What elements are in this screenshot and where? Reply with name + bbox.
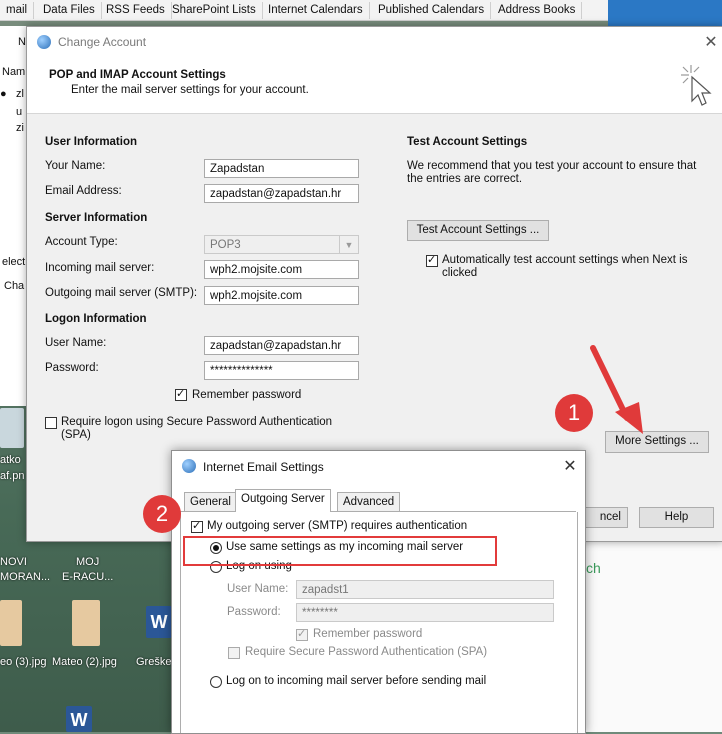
section-test-account-settings: Test Account Settings — [407, 136, 528, 148]
auto-test-label: Automatically test account settings when… — [442, 254, 688, 279]
auto-test-checkbox[interactable] — [426, 253, 438, 267]
bg-left-text: N — [18, 36, 26, 48]
background-tab-strip: mail Data Files RSS Feeds SharePoint Lis… — [0, 0, 608, 21]
desktop-label: NOVI — [0, 556, 27, 568]
tab-general[interactable]: General — [184, 492, 237, 511]
test-description: We recommend that you test your account … — [407, 160, 697, 185]
desktop-label: atko — [0, 454, 21, 466]
bg-left-text: u — [16, 106, 23, 118]
smtp-username-label: User Name: — [227, 583, 289, 595]
test-account-settings-button[interactable]: Test Account Settings ... — [407, 220, 549, 241]
password-label: Password: — [45, 362, 99, 374]
smtp-auth-checkbox[interactable] — [191, 519, 203, 533]
bg-tab-sharepoint-lists[interactable]: SharePoint Lists — [166, 2, 263, 19]
annotation-arrow — [590, 345, 643, 434]
cancel-button-label: ncel — [599, 511, 621, 523]
bg-tab-address-books[interactable]: Address Books — [492, 2, 583, 19]
your-name-label: Your Name: — [45, 160, 106, 172]
username-label: User Name: — [45, 337, 107, 349]
dialog-title: Internet Email Settings — [203, 460, 324, 474]
chevron-down-icon: ▼ — [339, 236, 358, 253]
tab-strip: General Outgoing Server Advanced — [180, 489, 576, 512]
outlook-globe-icon — [182, 459, 196, 473]
close-icon[interactable]: ✕ — [702, 32, 720, 52]
photo-icon[interactable] — [0, 600, 22, 646]
email-field[interactable]: zapadstan@zapadstan.hr — [204, 184, 359, 203]
account-type-select: POP3 ▼ — [204, 235, 359, 254]
bg-left-text: zl — [16, 88, 24, 100]
smtp-auth-label: My outgoing server (SMTP) requires authe… — [207, 520, 468, 532]
page-heading: POP and IMAP Account Settings — [49, 69, 226, 81]
smtp-require-spa-checkbox — [228, 647, 240, 659]
bg-check-icon: ● — [0, 88, 7, 100]
annotation-badge-1: 1 — [555, 394, 593, 432]
desktop-label: af.pn — [0, 470, 25, 482]
wizard-cursor-icon — [681, 65, 712, 106]
smtp-remember-password-checkbox — [296, 627, 308, 641]
log-on-incoming-first-label: Log on to incoming mail server before se… — [226, 675, 487, 687]
desktop-label: eo (3).jpg — [0, 656, 47, 668]
require-spa-checkbox[interactable] — [45, 417, 57, 429]
account-type-value: POP3 — [210, 239, 241, 251]
bg-left-text: elect — [2, 256, 26, 268]
tab-advanced[interactable]: Advanced — [337, 492, 401, 511]
outgoing-server-field[interactable]: wph2.mojsite.com — [204, 286, 359, 305]
page-subheading: Enter the mail server settings for your … — [71, 84, 309, 96]
bg-tab-published-calendars[interactable]: Published Calendars — [372, 2, 492, 19]
log-on-incoming-first-radio[interactable] — [210, 676, 222, 688]
word-document-icon[interactable]: W — [66, 706, 92, 732]
close-icon[interactable]: ✕ — [561, 456, 579, 476]
bg-left-text: Cha — [4, 280, 25, 292]
dialog-titlebar: Change Account ✕ — [27, 27, 722, 57]
remember-password-label: Remember password — [192, 389, 302, 401]
bg-tab-internet-calendars[interactable]: Internet Calendars — [262, 2, 370, 19]
smtp-require-spa-label: Require Secure Password Authentication (… — [245, 646, 488, 658]
remember-password-checkbox[interactable] — [175, 387, 187, 401]
require-spa-label: Require logon using Secure Password Auth… — [61, 416, 333, 441]
annotation-badge-2: 2 — [143, 495, 181, 533]
incoming-server-field[interactable]: wph2.mojsite.com — [204, 260, 359, 279]
dialog-header: POP and IMAP Account Settings Enter the … — [27, 57, 722, 114]
background-blue-area — [608, 0, 722, 26]
your-name-field[interactable]: Zapadstan — [204, 159, 359, 178]
bg-tab-mail[interactable]: mail — [0, 2, 35, 19]
bg-tab-rss-feeds[interactable]: RSS Feeds — [100, 2, 172, 19]
bg-left-text: Nam — [2, 66, 26, 78]
smtp-username-field: zapadst1 — [296, 580, 554, 599]
help-button[interactable]: Help — [639, 507, 714, 528]
desktop-label: Greške. — [136, 656, 175, 668]
username-field[interactable]: zapadstan@zapadstan.hr — [204, 336, 359, 355]
email-label: Email Address: — [45, 185, 122, 197]
tab-outgoing-server[interactable]: Outgoing Server — [235, 489, 331, 512]
smtp-password-label: Password: — [227, 606, 281, 618]
section-server-information: Server Information — [45, 212, 148, 224]
dialog-title: Change Account — [58, 35, 147, 49]
bg-right-text: ch — [586, 560, 601, 576]
outgoing-server-label: Outgoing mail server (SMTP): — [45, 287, 198, 299]
section-user-information: User Information — [45, 136, 138, 148]
desktop-label: E-RACU... — [62, 571, 114, 583]
word-document-icon[interactable]: W — [146, 606, 172, 638]
desktop-label: MOJ — [76, 556, 100, 568]
highlight-box — [183, 536, 497, 566]
desktop-label: Mateo (2).jpg — [52, 656, 117, 668]
smtp-remember-password-label: Remember password — [313, 628, 423, 640]
bg-tab-data-files[interactable]: Data Files — [37, 2, 102, 19]
incoming-server-label: Incoming mail server: — [45, 262, 155, 274]
internet-email-settings-dialog: Internet Email Settings ✕ General Outgoi… — [171, 450, 586, 734]
photo-icon[interactable] — [72, 600, 100, 646]
password-field[interactable]: ************** — [204, 361, 359, 380]
background-right-panel: ch — [580, 540, 722, 732]
smtp-password-field: ******** — [296, 603, 554, 622]
outlook-globe-icon — [37, 35, 51, 49]
account-type-label: Account Type: — [45, 236, 118, 248]
desktop-icon[interactable] — [0, 408, 24, 448]
section-logon-information: Logon Information — [45, 313, 147, 325]
bg-left-text: zi — [16, 122, 24, 134]
desktop-label: MORAN... — [0, 571, 51, 583]
